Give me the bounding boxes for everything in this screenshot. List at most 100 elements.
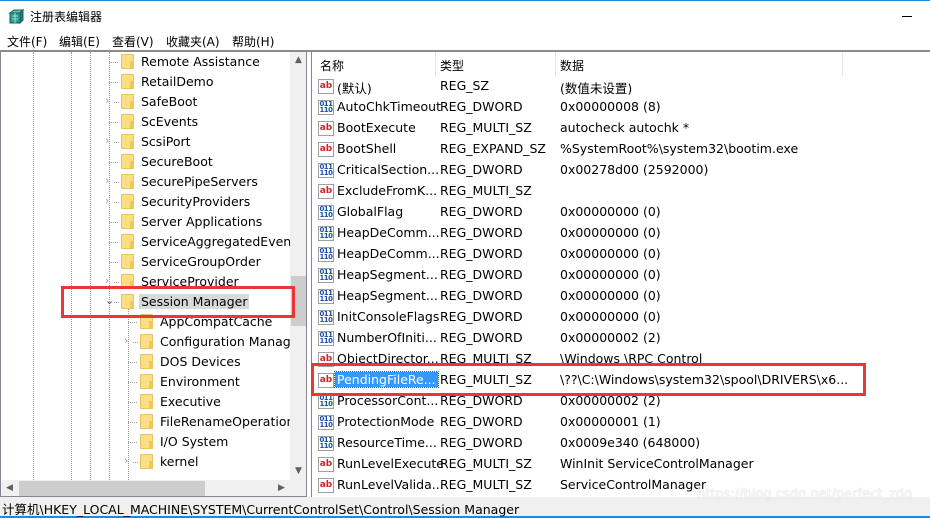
value-row[interactable]: 011 110 CriticalSection... REG_DWORD 0x0027…	[312, 160, 930, 181]
value-row[interactable]: 011 110 InitConsoleFlags REG_DWORD 0x000000…	[312, 307, 930, 328]
tree-item-label[interactable]: ServiceAggregatedEvents	[139, 234, 305, 249]
value-row[interactable]: 011 110 HeapDeComm... REG_DWORD 0x00000000 …	[312, 223, 930, 244]
menu-edit[interactable]: 编辑(E)	[59, 33, 100, 50]
tree-item-label[interactable]: kernel	[158, 454, 201, 469]
value-row[interactable]: 011 110 HeapDeComm... REG_DWORD 0x00000000 …	[312, 244, 930, 265]
tree-guide-line	[128, 382, 137, 383]
tree-item-label[interactable]: I/O System	[158, 434, 230, 449]
value-row[interactable]: 011 110 NumberOfIniti... REG_DWORD 0x000000…	[312, 328, 930, 349]
values-list[interactable]: 名称 类型 数据 ab (默认) REG_SZ (数值未设置) 011 110 AutoC…	[311, 52, 930, 497]
tree-item-label[interactable]: Server Applications	[139, 214, 264, 229]
chevron-right-icon[interactable]: ›	[124, 454, 134, 468]
tree-item[interactable]: ServiceGroupOrder	[1, 252, 291, 272]
value-type: REG_MULTI_SZ	[440, 372, 532, 387]
tree-guide-line	[114, 142, 119, 143]
tree-item[interactable]: Remote Assistance	[1, 52, 291, 72]
tree-item[interactable]: › SecurePipeServers	[1, 172, 291, 192]
scroll-left-icon[interactable]: ◀	[1, 480, 18, 496]
scroll-thumb[interactable]	[291, 276, 306, 326]
tree-item[interactable]: I/O System	[1, 432, 291, 452]
tree-item-label[interactable]: Environment	[158, 374, 242, 389]
column-header-data[interactable]: 数据	[560, 57, 584, 74]
tree-item[interactable]: ⌄ Session Manager	[1, 292, 291, 312]
menu-favorites[interactable]: 收藏夹(A)	[166, 33, 220, 50]
value-row[interactable]: 011 110 ProcessorCont... REG_DWORD 0x000000…	[312, 391, 930, 412]
tree-item-label[interactable]: SecureBoot	[139, 154, 215, 169]
tree-item[interactable]: › ServiceProvider	[1, 272, 291, 292]
tree-item[interactable]: Executive	[1, 392, 291, 412]
chevron-right-icon[interactable]: ›	[105, 174, 115, 188]
minimize-button[interactable]	[884, 1, 930, 30]
tree-item[interactable]: › ScsiPort	[1, 132, 291, 152]
tree-item-label[interactable]: ServiceProvider	[139, 274, 241, 289]
tree-item-label[interactable]: SafeBoot	[139, 94, 199, 109]
value-row[interactable]: 011 110 ResourceTime... REG_DWORD 0x0009e34…	[312, 433, 930, 454]
value-row[interactable]: ab ObjectDirector... REG_MULTI_SZ \Windows …	[312, 349, 930, 370]
column-divider[interactable]	[555, 52, 556, 76]
column-divider[interactable]	[842, 52, 843, 76]
chevron-right-icon[interactable]: ›	[105, 194, 115, 208]
tree-item[interactable]: DOS Devices	[1, 352, 291, 372]
value-type: REG_MULTI_SZ	[440, 477, 532, 492]
chevron-right-icon[interactable]: ›	[105, 274, 115, 288]
tree-item[interactable]: › SafeBoot	[1, 92, 291, 112]
tree-item-label[interactable]: ScEvents	[139, 114, 200, 129]
tree-item[interactable]: › kernel	[1, 452, 291, 472]
value-row[interactable]: ab RunLevelExecute REG_MULTI_SZ WinInit Ser…	[312, 454, 930, 475]
scroll-right-icon[interactable]: ▶	[273, 480, 290, 496]
tree-item[interactable]: › SecurityProviders	[1, 192, 291, 212]
tree-horizontal-scrollbar[interactable]: ◀ ▶	[1, 480, 306, 496]
value-row[interactable]: 011 110 HeapSegment... REG_DWORD 0x00000000…	[312, 286, 930, 307]
value-row[interactable]: ab PendingFileRe... REG_MULTI_SZ \??\C:\Win…	[312, 370, 930, 391]
value-row[interactable]: 011 110 AutoChkTimeout REG_DWORD 0x00000008…	[312, 97, 930, 118]
tree-vertical-scrollbar[interactable]: ▲ ▼	[290, 52, 306, 480]
value-name: InitConsoleFlags	[337, 309, 440, 324]
column-divider[interactable]	[435, 52, 436, 76]
value-type: REG_DWORD	[440, 162, 523, 177]
menu-file[interactable]: 文件(F)	[7, 33, 47, 50]
tree-item[interactable]: AppCompatCache	[1, 312, 291, 332]
value-row[interactable]: ab BootExecute REG_MULTI_SZ autocheck autoc…	[312, 118, 930, 139]
scroll-down-icon[interactable]: ▼	[290, 463, 306, 480]
column-header-name[interactable]: 名称	[320, 57, 344, 74]
tree-item-label[interactable]: ServiceGroupOrder	[139, 254, 263, 269]
value-row[interactable]: 011 110 ProtectionMode REG_DWORD 0x00000001…	[312, 412, 930, 433]
menu-view[interactable]: 查看(V)	[112, 33, 154, 50]
tree-item-label[interactable]: FileRenameOperations	[158, 414, 303, 429]
tree-item-label[interactable]: Session Manager	[139, 294, 250, 309]
tree-item[interactable]: RetailDemo	[1, 72, 291, 92]
scroll-up-icon[interactable]: ▲	[290, 52, 306, 69]
tree-item[interactable]: › Configuration Manager	[1, 332, 304, 352]
tree-item-label[interactable]: RetailDemo	[139, 74, 215, 89]
tree-item-label[interactable]: ScsiPort	[139, 134, 193, 149]
tree-item[interactable]: Server Applications	[1, 212, 291, 232]
tree-item[interactable]: ScEvents	[1, 112, 291, 132]
value-row[interactable]: ab BootShell REG_EXPAND_SZ %SystemRoot%\sys…	[312, 139, 930, 160]
tree-item[interactable]: ServiceAggregatedEvents	[1, 232, 303, 252]
tree-guide-line	[114, 302, 119, 303]
tree-item[interactable]: SecureBoot	[1, 152, 291, 172]
chevron-down-icon[interactable]: ⌄	[105, 294, 115, 308]
tree-item-label[interactable]: SecurePipeServers	[139, 174, 260, 189]
tree-item-label[interactable]: Configuration Manager	[158, 334, 306, 349]
tree-item-label[interactable]: Executive	[158, 394, 223, 409]
tree-guide-line	[128, 402, 137, 403]
chevron-right-icon[interactable]: ›	[105, 94, 115, 108]
value-row[interactable]: 011 110 HeapSegment... REG_DWORD 0x00000000…	[312, 265, 930, 286]
tree-item-label[interactable]: SecurityProviders	[139, 194, 252, 209]
tree-item[interactable]: Environment	[1, 372, 291, 392]
tree-item-label[interactable]: DOS Devices	[158, 354, 243, 369]
tree-item-label[interactable]: AppCompatCache	[158, 314, 274, 329]
tree-guide-line	[109, 122, 118, 123]
value-row[interactable]: 011 110 GlobalFlag REG_DWORD 0x00000000 (0)	[312, 202, 930, 223]
column-header-type[interactable]: 类型	[440, 57, 464, 74]
chevron-right-icon[interactable]: ›	[124, 334, 134, 348]
value-row[interactable]: ab ExcludeFromK... REG_MULTI_SZ	[312, 181, 930, 202]
registry-tree[interactable]: Remote Assistance RetailDemo › SafeBoot ScEv…	[0, 52, 307, 497]
tree-item-label[interactable]: Remote Assistance	[139, 54, 262, 69]
scroll-thumb[interactable]	[19, 481, 205, 496]
chevron-right-icon[interactable]: ›	[105, 134, 115, 148]
menu-help[interactable]: 帮助(H)	[232, 33, 274, 50]
tree-item[interactable]: FileRenameOperations	[1, 412, 301, 432]
value-row[interactable]: ab (默认) REG_SZ (数值未设置)	[312, 76, 930, 97]
